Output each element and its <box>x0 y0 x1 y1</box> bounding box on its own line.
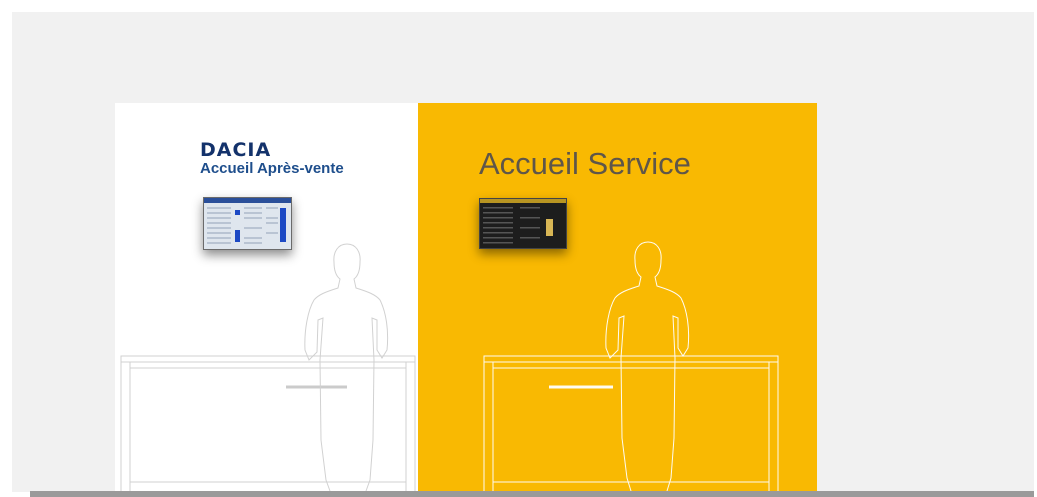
floor-line <box>30 491 1034 497</box>
reception-scene: DACIA Accueil Après-vente Accueil Servic… <box>0 0 1037 497</box>
person-silhouette-icon <box>605 241 690 492</box>
outline-drawing <box>120 241 779 492</box>
counter-desk-icon <box>483 355 779 491</box>
